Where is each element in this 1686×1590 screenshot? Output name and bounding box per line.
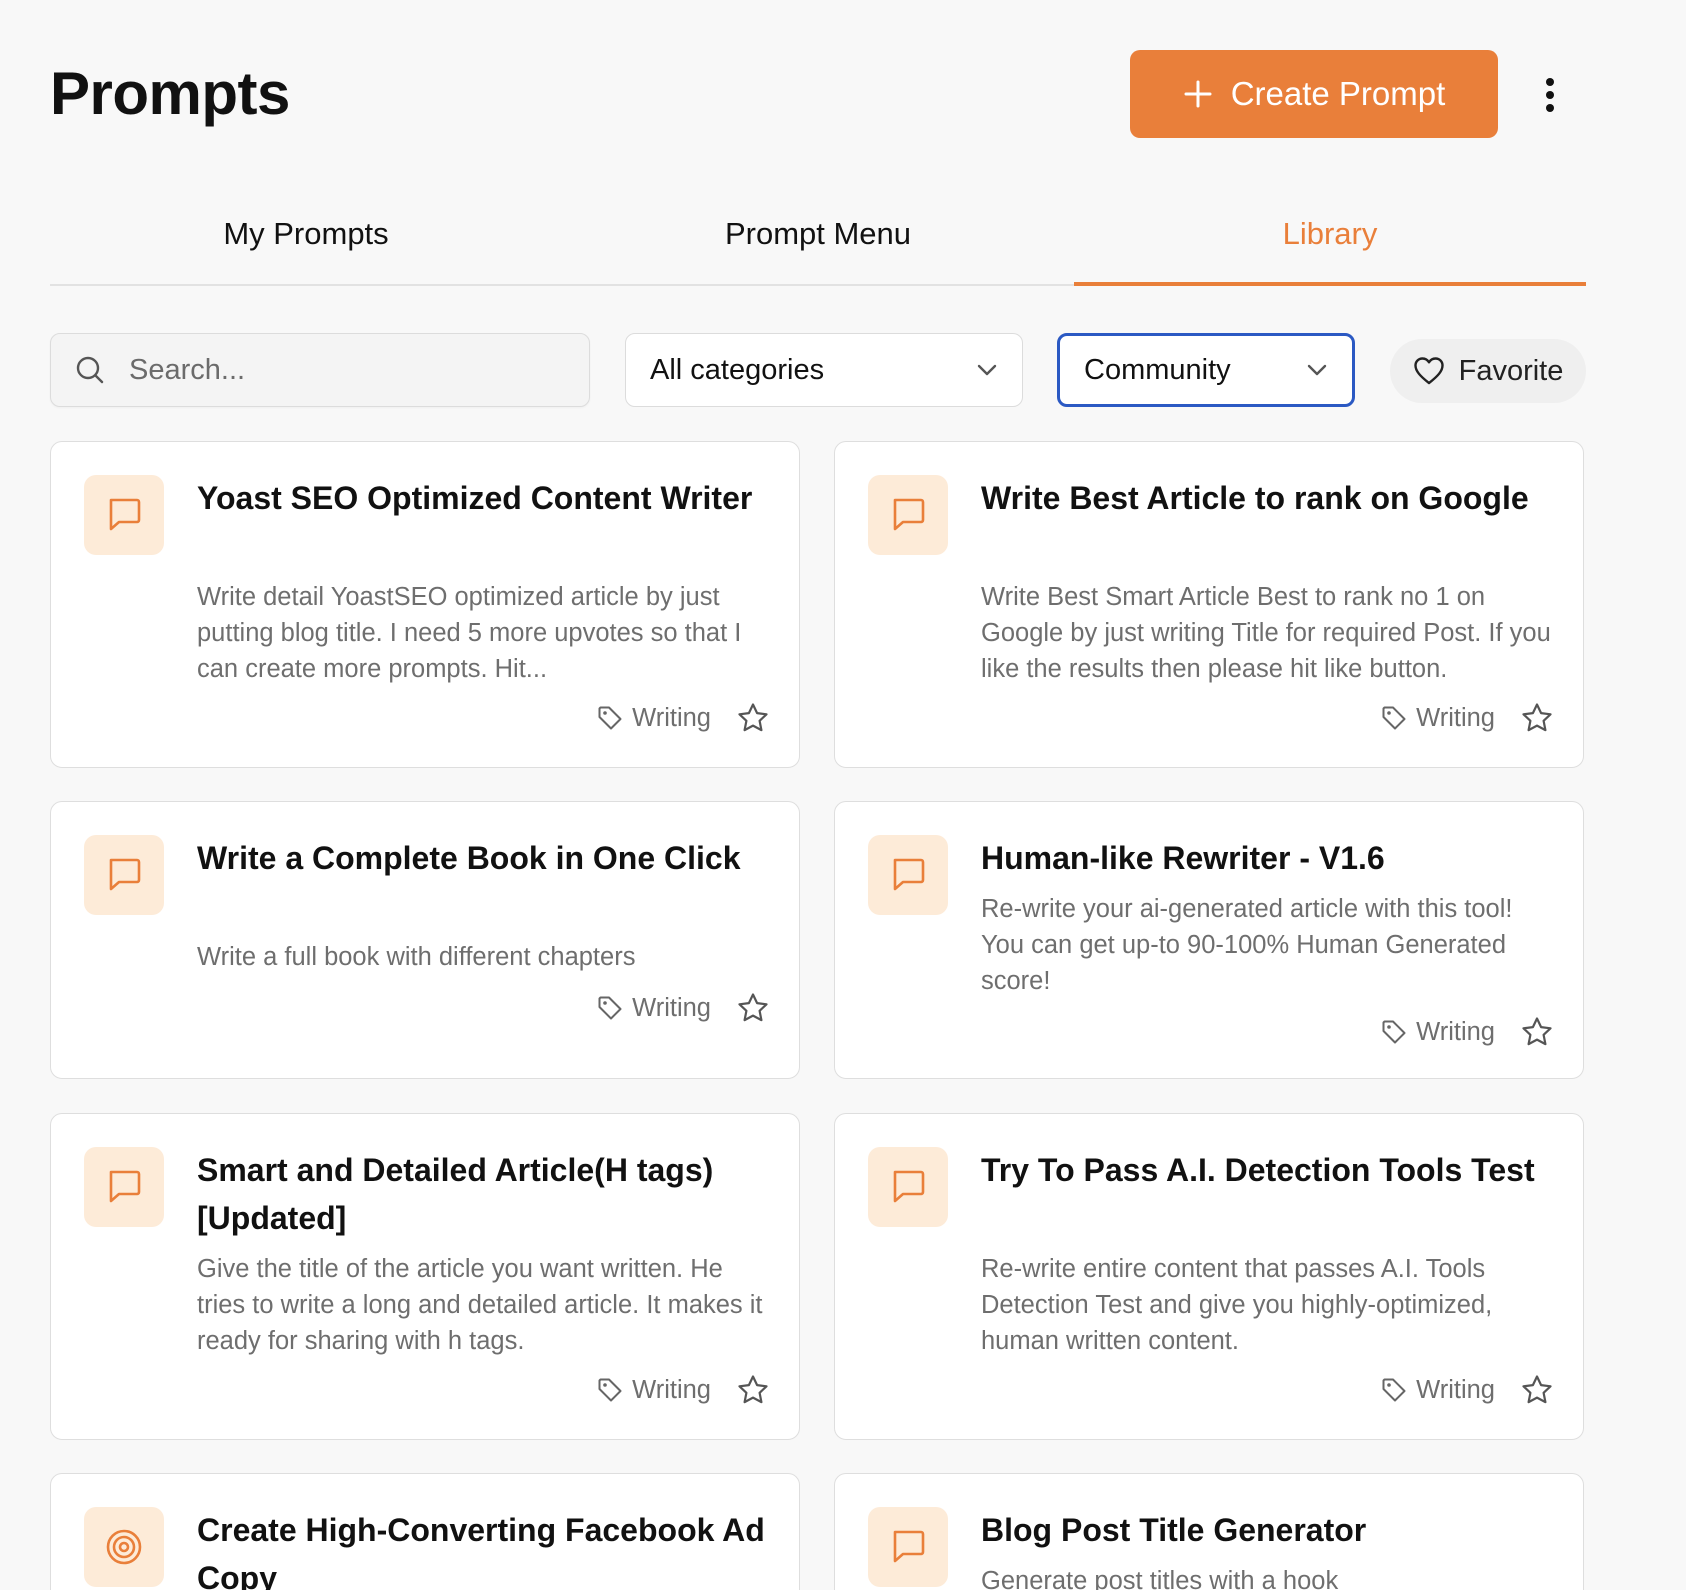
category-tag: Writing	[597, 704, 711, 733]
tab-library[interactable]: Library	[1074, 190, 1586, 286]
star-icon	[1522, 1375, 1552, 1404]
prompt-card[interactable]: Try To Pass A.I. Detection Tools Test Re…	[834, 1113, 1584, 1440]
search-box	[50, 333, 590, 407]
star-button[interactable]	[737, 702, 769, 734]
chat-bubble-icon	[893, 858, 925, 891]
category-tag: Writing	[1381, 704, 1495, 733]
tag-label: Writing	[1416, 1017, 1495, 1046]
prompt-card[interactable]: Smart and Detailed Article(H tags) [Upda…	[50, 1113, 800, 1440]
prompt-card[interactable]: Human-like Rewriter - V1.6 Re-write your…	[834, 801, 1584, 1079]
card-title: Write a Complete Book in One Click	[197, 840, 741, 876]
tag-icon	[1382, 1378, 1406, 1402]
prompt-card[interactable]: Write a Complete Book in One Click Write…	[50, 801, 800, 1079]
card-icon-box	[868, 1147, 948, 1227]
star-icon	[738, 1375, 768, 1404]
card-footer: Writing	[597, 702, 769, 734]
card-description: Re-write your ai-generated article with …	[981, 895, 1513, 995]
card-title: Blog Post Title Generator	[981, 1512, 1367, 1548]
card-icon-box	[868, 1507, 948, 1587]
star-button[interactable]	[737, 1374, 769, 1406]
card-title: Smart and Detailed Article(H tags) [Upda…	[197, 1152, 714, 1236]
prompt-card[interactable]: Blog Post Title Generator Generate post …	[834, 1473, 1584, 1590]
star-button[interactable]	[1521, 702, 1553, 734]
chevron-down-icon	[977, 364, 997, 376]
create-prompt-button[interactable]: Create Prompt	[1130, 50, 1498, 138]
prompts-page: Prompts Create Prompt My Prompts Prompt …	[0, 0, 1686, 1590]
tag-label: Writing	[632, 993, 711, 1022]
search-input[interactable]	[127, 352, 551, 388]
heart-icon	[1413, 357, 1444, 385]
chat-bubble-icon	[109, 498, 141, 531]
card-icon-box	[84, 835, 164, 915]
category-tag: Writing	[597, 994, 711, 1023]
card-icon-box	[84, 1507, 164, 1587]
card-description: Generate post titles with a hook	[981, 1567, 1339, 1590]
search-icon	[76, 356, 104, 384]
star-icon	[738, 703, 768, 732]
card-footer: Writing	[597, 1374, 769, 1406]
create-prompt-label: Create Prompt	[1230, 75, 1446, 112]
tag-icon	[598, 706, 622, 730]
card-description: Give the title of the article you want w…	[197, 1255, 763, 1355]
card-title: Human-like Rewriter - V1.6	[981, 840, 1385, 876]
prompt-card[interactable]: Create High-Converting Facebook Ad Copy	[50, 1473, 800, 1590]
star-button[interactable]	[737, 992, 769, 1024]
plus-icon	[1184, 80, 1212, 108]
card-footer: Writing	[1381, 1016, 1553, 1048]
star-button[interactable]	[1521, 1374, 1553, 1406]
source-select[interactable]: Community	[1057, 333, 1355, 407]
page-title: Prompts	[50, 60, 290, 127]
tag-label: Writing	[1416, 1375, 1495, 1404]
star-icon	[1522, 703, 1552, 732]
star-button[interactable]	[1521, 1016, 1553, 1048]
card-description: Write detail YoastSEO optimized article …	[197, 583, 742, 683]
chat-bubble-icon	[893, 498, 925, 531]
kebab-menu-icon	[1546, 78, 1554, 112]
favorite-filter-button[interactable]: Favorite	[1390, 339, 1586, 403]
chat-bubble-icon	[893, 1530, 925, 1563]
card-title: Write Best Article to rank on Google	[981, 480, 1529, 516]
tag-label: Writing	[632, 703, 711, 732]
star-icon	[1522, 1017, 1552, 1046]
prompt-card[interactable]: Yoast SEO Optimized Content Writer Write…	[50, 441, 800, 768]
tab-prompt-menu[interactable]: Prompt Menu	[562, 190, 1074, 284]
tab-bar: My Prompts Prompt Menu Library	[50, 190, 1586, 286]
card-footer: Writing	[597, 992, 769, 1024]
tag-icon	[1382, 706, 1406, 730]
card-icon-box	[84, 475, 164, 555]
tag-label: Writing	[1416, 703, 1495, 732]
card-footer: Writing	[1381, 1374, 1553, 1406]
tab-my-prompts[interactable]: My Prompts	[50, 190, 562, 284]
more-options-button[interactable]	[1530, 70, 1570, 120]
chevron-down-icon	[1307, 364, 1327, 376]
star-icon	[738, 993, 768, 1022]
prompt-card[interactable]: Write Best Article to rank on Google Wri…	[834, 441, 1584, 768]
chat-bubble-icon	[893, 1170, 925, 1203]
chat-bubble-icon	[109, 858, 141, 891]
tag-icon	[598, 996, 622, 1020]
category-tag: Writing	[1381, 1018, 1495, 1047]
category-tag: Writing	[1381, 1376, 1495, 1405]
tag-icon	[598, 1378, 622, 1402]
category-select-value: All categories	[650, 353, 825, 386]
category-tag: Writing	[597, 1376, 711, 1405]
card-icon-box	[868, 835, 948, 915]
card-footer: Writing	[1381, 702, 1553, 734]
tag-label: Writing	[632, 1375, 711, 1404]
card-title: Create High-Converting Facebook Ad Copy	[197, 1512, 765, 1590]
card-description: Re-write entire content that passes A.I.…	[981, 1255, 1493, 1355]
card-title: Try To Pass A.I. Detection Tools Test	[981, 1152, 1535, 1188]
source-select-value: Community	[1084, 353, 1231, 386]
card-description: Write a full book with different chapter…	[197, 943, 636, 971]
category-select[interactable]: All categories	[625, 333, 1023, 407]
chat-bubble-icon	[109, 1170, 141, 1203]
favorite-label: Favorite	[1458, 354, 1564, 387]
target-icon	[106, 1529, 142, 1565]
card-description: Write Best Smart Article Best to rank no…	[981, 583, 1551, 683]
card-icon-box	[84, 1147, 164, 1227]
card-icon-box	[868, 475, 948, 555]
card-title: Yoast SEO Optimized Content Writer	[197, 480, 753, 516]
tag-icon	[1382, 1020, 1406, 1044]
